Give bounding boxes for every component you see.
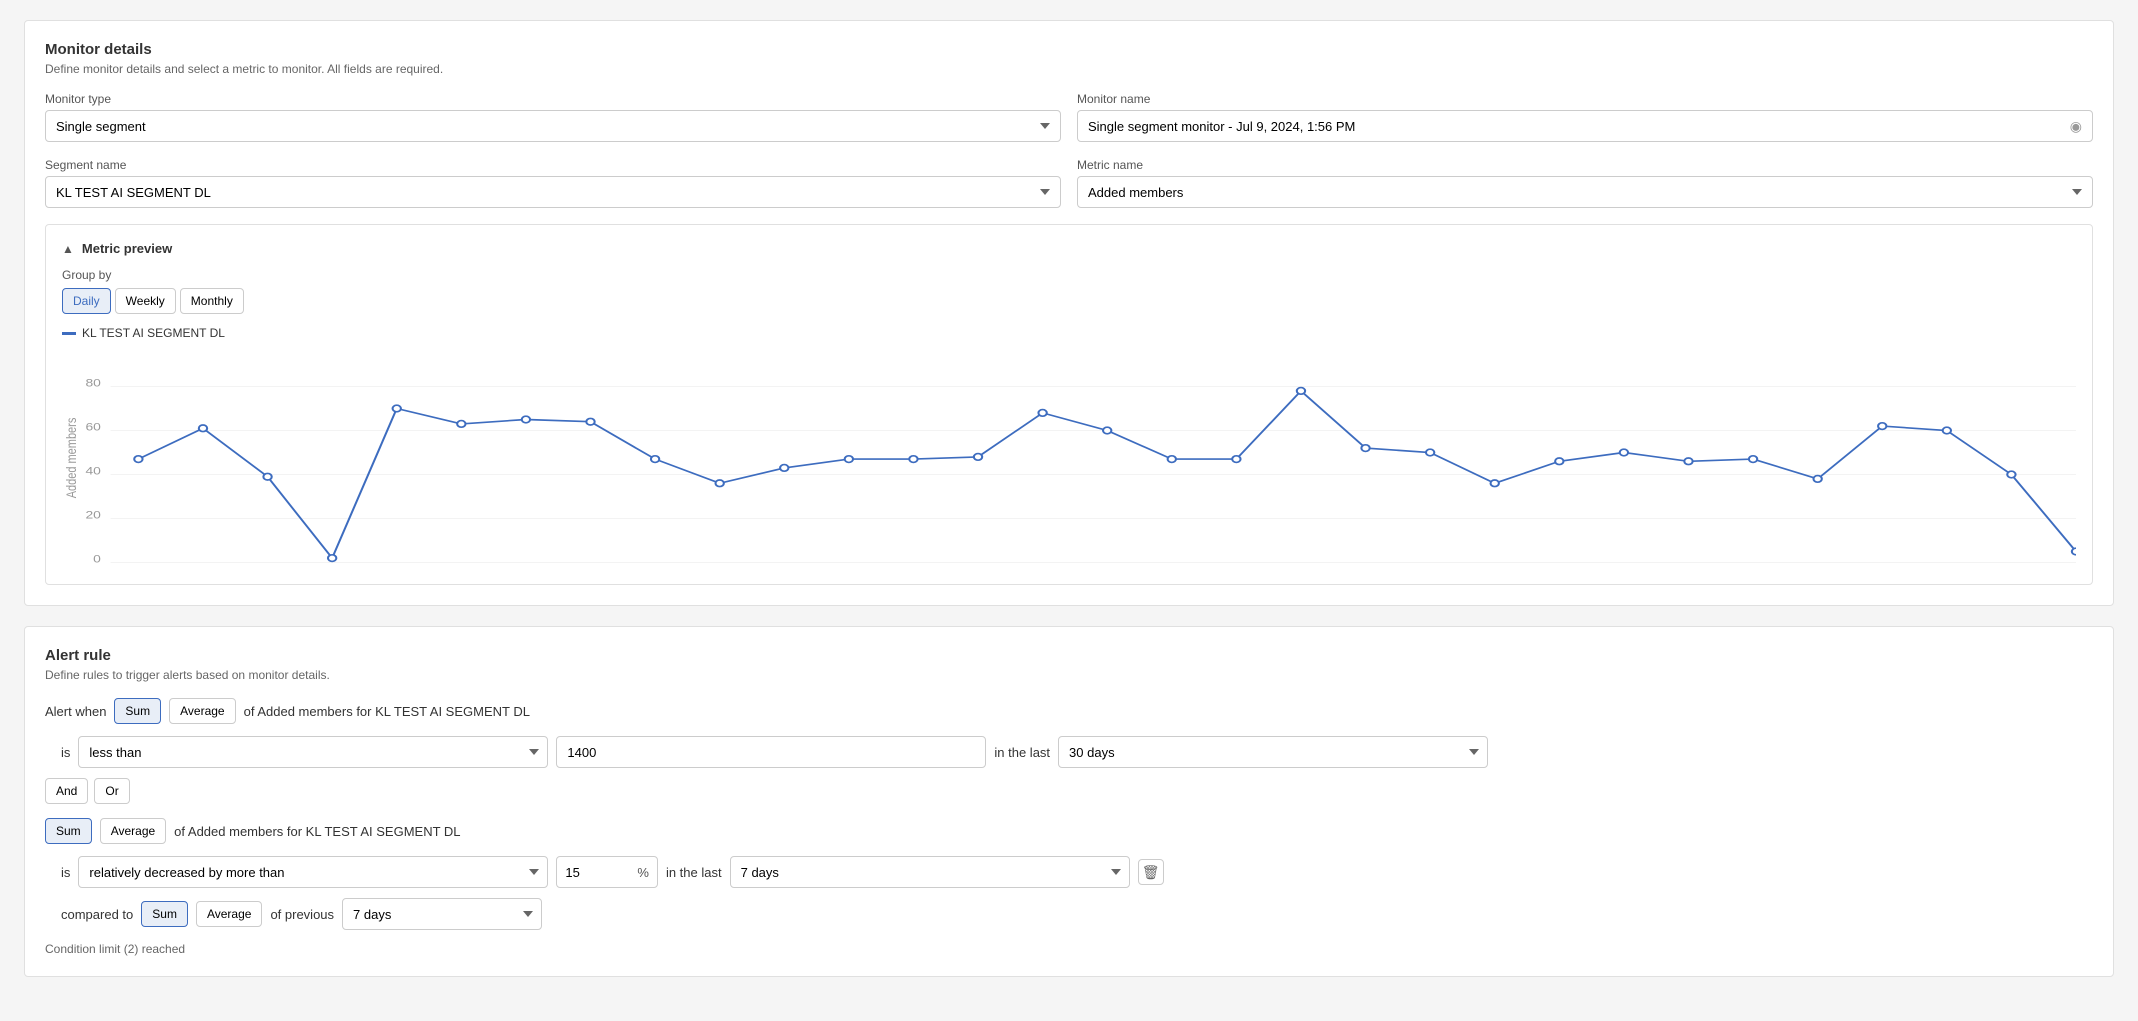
- chart-legend: KL TEST AI SEGMENT DL: [62, 326, 2076, 340]
- compared-average-button[interactable]: Average: [196, 901, 262, 927]
- monitor-name-field[interactable]: ◉: [1077, 110, 2093, 142]
- alert-average-button[interactable]: Average: [169, 698, 235, 724]
- metric-name-select[interactable]: Added members: [1077, 176, 2093, 208]
- compared-sum-button[interactable]: Sum: [141, 901, 188, 927]
- alert-when-label: Alert when: [45, 704, 106, 719]
- group-by-daily[interactable]: Daily: [62, 288, 111, 314]
- group-by-monthly[interactable]: Monthly: [180, 288, 244, 314]
- legend-label: KL TEST AI SEGMENT DL: [82, 326, 225, 340]
- condition-1-in-the-last-label: in the last: [994, 745, 1050, 760]
- metric-preview-title: Metric preview: [82, 241, 172, 256]
- monitor-name-label: Monitor name: [1077, 92, 2093, 106]
- condition-2-of-label: of Added members for KL TEST AI SEGMENT …: [174, 824, 460, 839]
- compared-to-row: compared to Sum Average of previous 7 da…: [61, 898, 2093, 930]
- compared-period-select[interactable]: 7 days: [342, 898, 542, 930]
- monitor-type-select[interactable]: Single segment: [45, 110, 1061, 142]
- condition-1-period-select[interactable]: 30 days: [1058, 736, 1488, 768]
- condition-1-is-label: is: [61, 745, 70, 760]
- compared-to-label: compared to: [61, 907, 133, 922]
- svg-text:80: 80: [85, 377, 100, 389]
- metric-chart: 0 20 40 60 80 Added members: [62, 348, 2076, 568]
- svg-text:20: 20: [85, 509, 100, 521]
- condition-2-period-select[interactable]: 7 days: [730, 856, 1130, 888]
- alert-rule-subtitle: Define rules to trigger alerts based on …: [45, 668, 2093, 682]
- condition-2-in-the-last-label: in the last: [666, 865, 722, 880]
- condition-2-value-input[interactable]: [557, 865, 637, 880]
- condition-2-sum-button[interactable]: Sum: [45, 818, 92, 844]
- group-by-weekly[interactable]: Weekly: [115, 288, 176, 314]
- condition-2-value-wrap: %: [556, 856, 658, 888]
- or-button[interactable]: Or: [94, 778, 129, 804]
- monitor-details-subtitle: Define monitor details and select a metr…: [45, 62, 2093, 76]
- group-by-buttons: Daily Weekly Monthly: [62, 288, 2076, 314]
- metric-name-label: Metric name: [1077, 158, 2093, 172]
- group-by-label: Group by: [62, 268, 2076, 282]
- segment-name-select[interactable]: KL TEST AI SEGMENT DL: [45, 176, 1061, 208]
- alert-sum-button[interactable]: Sum: [114, 698, 161, 724]
- trash-icon: 🗑: [1142, 864, 1160, 881]
- condition-limit-message: Condition limit (2) reached: [45, 942, 2093, 956]
- condition-2-header-row: Sum Average of Added members for KL TEST…: [45, 818, 2093, 844]
- alert-rule-title: Alert rule: [45, 647, 2093, 664]
- condition-2-type-select[interactable]: relatively decreased by more than: [78, 856, 548, 888]
- monitor-name-input[interactable]: [1088, 119, 2070, 134]
- metric-preview-panel: ▲ Metric preview Group by Daily Weekly M…: [45, 224, 2093, 585]
- svg-text:60: 60: [85, 421, 100, 433]
- and-button[interactable]: And: [45, 778, 88, 804]
- and-or-row: And Or: [45, 778, 2093, 804]
- condition-1-row: is less than in the last 30 days: [61, 736, 2093, 768]
- percent-sign: %: [637, 865, 657, 880]
- svg-text:Added members: Added members: [64, 418, 80, 499]
- condition-2-average-button[interactable]: Average: [100, 818, 166, 844]
- monitor-name-clear-icon[interactable]: ◉: [2070, 118, 2082, 135]
- compared-of-previous-label: of previous: [270, 907, 334, 922]
- condition-2-is-label: is: [61, 865, 70, 880]
- collapse-icon[interactable]: ▲: [62, 242, 74, 256]
- monitor-details-title: Monitor details: [45, 41, 2093, 58]
- condition-2-delete-button[interactable]: 🗑: [1138, 859, 1164, 885]
- alert-of-label: of Added members for KL TEST AI SEGMENT …: [244, 704, 530, 719]
- monitor-type-label: Monitor type: [45, 92, 1061, 106]
- segment-name-label: Segment name: [45, 158, 1061, 172]
- svg-text:0: 0: [93, 553, 101, 565]
- condition-2-row: is relatively decreased by more than % i…: [61, 856, 2093, 888]
- condition-1-type-select[interactable]: less than: [78, 736, 548, 768]
- alert-rule-section: Alert rule Define rules to trigger alert…: [24, 626, 2114, 977]
- alert-when-row: Alert when Sum Average of Added members …: [45, 698, 2093, 724]
- legend-color-swatch: [62, 332, 76, 335]
- condition-1-value-input[interactable]: [556, 736, 986, 768]
- svg-text:40: 40: [85, 465, 100, 477]
